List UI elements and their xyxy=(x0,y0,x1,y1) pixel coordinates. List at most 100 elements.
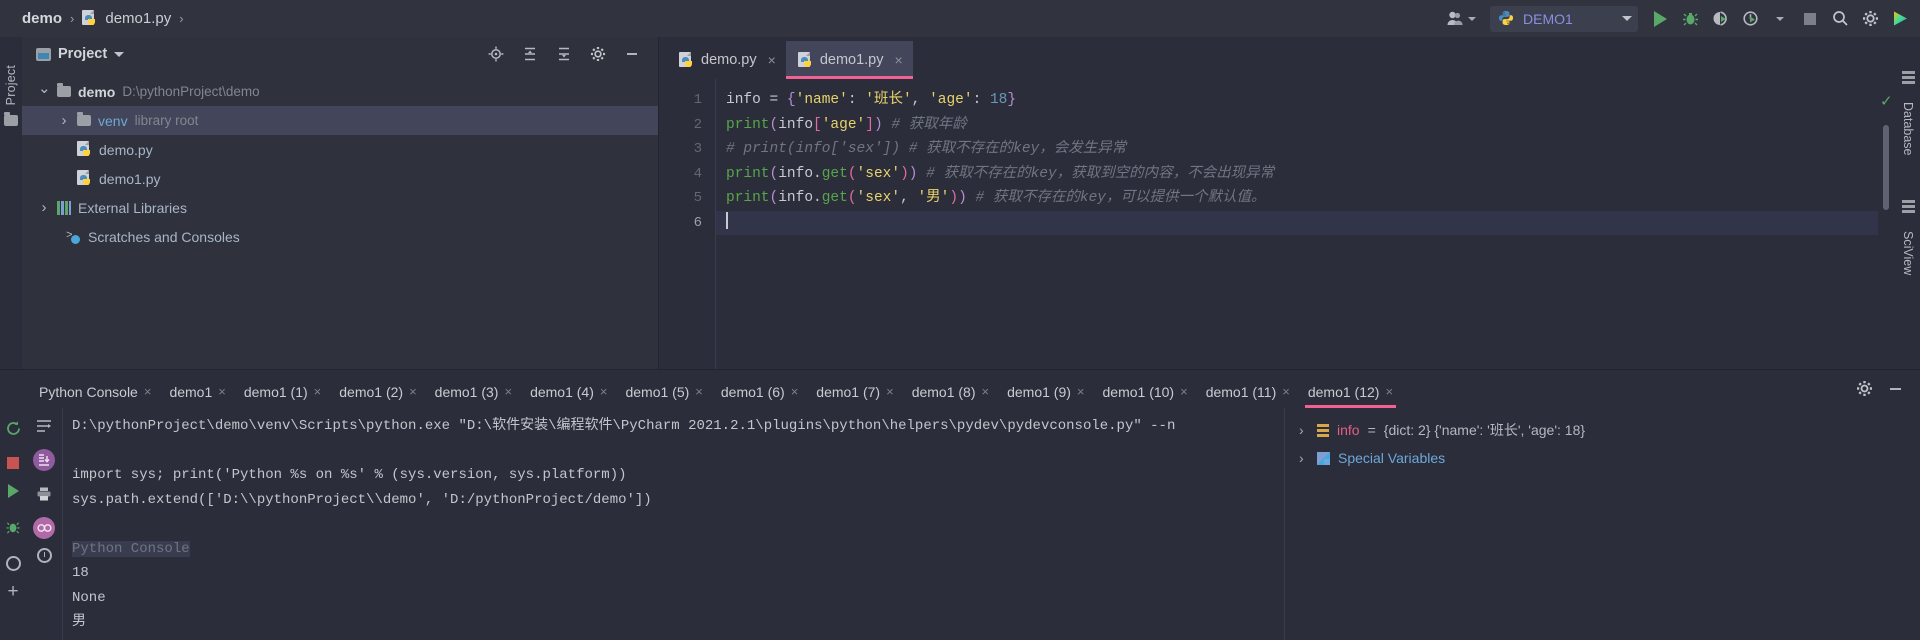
close-icon[interactable]: × xyxy=(895,52,903,68)
scroll-to-end-icon[interactable] xyxy=(33,449,55,471)
chevron-right-icon[interactable] xyxy=(58,112,70,129)
code-line[interactable]: print(info.get('sex')) # 获取不存在的key，获取到空的… xyxy=(726,162,1878,187)
locate-icon[interactable] xyxy=(482,40,510,68)
console-tab-python-console[interactable]: Python Console × xyxy=(30,375,160,408)
run-button[interactable] xyxy=(1646,5,1674,33)
database-icon[interactable] xyxy=(1901,71,1915,84)
python-file-icon xyxy=(679,51,694,69)
tool-window-project-label[interactable]: Project xyxy=(4,65,18,105)
chevron-down-icon[interactable] xyxy=(114,51,125,57)
console-tab-demo1-9[interactable]: demo1 (9) × xyxy=(998,375,1093,408)
close-icon[interactable]: × xyxy=(1282,384,1290,399)
console-tab-demo1-8[interactable]: demo1 (8) × xyxy=(903,375,998,408)
chevron-right-icon[interactable]: › xyxy=(1299,450,1309,466)
line-number: 6 xyxy=(693,214,702,231)
history-icon[interactable] xyxy=(36,548,52,563)
profile-dropdown[interactable] xyxy=(1766,5,1794,33)
close-icon[interactable]: × xyxy=(409,384,417,399)
settings-gear-icon[interactable] xyxy=(584,40,612,68)
code-content[interactable]: info = {'name': '班长', 'age': 18} print(in… xyxy=(715,79,1878,369)
hide-icon[interactable] xyxy=(618,40,646,68)
code-line[interactable]: # print(info['sex']) # 获取不存在的key，会发生异常 xyxy=(726,137,1878,162)
inspection-ok-icon[interactable]: ✓ xyxy=(1880,92,1893,110)
breadcrumb-file[interactable]: demo1.py xyxy=(105,10,171,27)
console-tab-demo1-6[interactable]: demo1 (6) × xyxy=(712,375,807,408)
console-tab-label: demo1 (9) xyxy=(1007,383,1071,400)
close-icon[interactable]: × xyxy=(1385,384,1393,399)
tree-item-external-libraries[interactable]: External Libraries xyxy=(22,193,658,222)
close-icon[interactable]: × xyxy=(600,384,608,399)
console-tab-demo1-2[interactable]: demo1 (2) × xyxy=(330,375,425,408)
console-tab-demo1-1[interactable]: demo1 (1) × xyxy=(235,375,330,408)
console-tab-demo1-7[interactable]: demo1 (7) × xyxy=(807,375,902,408)
console-tab-demo1-10[interactable]: demo1 (10) × xyxy=(1094,375,1197,408)
code-line[interactable]: print(info['age']) # 获取年龄 xyxy=(726,113,1878,138)
expand-all-icon[interactable] xyxy=(516,40,544,68)
structure-folder-icon[interactable] xyxy=(4,112,18,127)
add-icon[interactable]: + xyxy=(7,582,18,601)
console-tab-demo1-12[interactable]: demo1 (12) × xyxy=(1299,375,1402,408)
variable-row-special-variables[interactable]: › Special Variables xyxy=(1285,444,1920,472)
console-tab-demo1-11[interactable]: demo1 (11) × xyxy=(1197,375,1299,408)
close-icon[interactable]: × xyxy=(1077,384,1085,399)
soft-wrap-icon[interactable] xyxy=(30,412,58,440)
tool-window-database-label[interactable]: Database xyxy=(1901,102,1915,156)
variable-row-info[interactable]: › info = {dict: 2} {'name': '班长', 'age':… xyxy=(1285,416,1920,444)
minimize-icon[interactable] xyxy=(1887,380,1904,402)
stop-button[interactable] xyxy=(1796,5,1824,33)
sciview-icon[interactable] xyxy=(1901,199,1915,213)
console-tab-demo1-5[interactable]: demo1 (5) × xyxy=(616,375,711,408)
profile-button[interactable] xyxy=(1736,5,1764,33)
close-icon[interactable]: × xyxy=(144,384,152,399)
editor-tab-demo1-py[interactable]: demo1.py × xyxy=(785,41,913,79)
code-editor[interactable]: 1 2 3 4 5 6 info = {'name': '班长', 'age':… xyxy=(659,79,1896,369)
user-accounts-icon[interactable] xyxy=(1437,11,1486,26)
gradient-play-icon[interactable] xyxy=(1886,5,1914,33)
code-line[interactable]: info = {'name': '班长', 'age': 18} xyxy=(726,88,1878,113)
debug-button[interactable] xyxy=(1676,5,1704,33)
console-output[interactable]: D:\pythonProject\demo\venv\Scripts\pytho… xyxy=(62,408,1284,640)
console-tab-demo1[interactable]: demo1 × xyxy=(160,375,234,408)
close-icon[interactable]: × xyxy=(791,384,799,399)
close-icon[interactable]: × xyxy=(1180,384,1188,399)
tree-item-demo-py[interactable]: demo.py xyxy=(22,135,658,164)
settings-gear-icon[interactable] xyxy=(1856,380,1873,402)
collapse-all-icon[interactable] xyxy=(550,40,578,68)
tree-item-venv[interactable]: venv library root xyxy=(22,106,658,135)
chevron-right-icon[interactable] xyxy=(38,199,50,216)
tree-item-demo[interactable]: demo D:\pythonProject\demo xyxy=(22,77,658,106)
debug-icon[interactable] xyxy=(0,513,27,541)
settings-button[interactable] xyxy=(1856,5,1884,33)
chevron-down-icon[interactable] xyxy=(38,83,50,101)
code-token: ( xyxy=(847,165,857,182)
console-tab-demo1-4[interactable]: demo1 (4) × xyxy=(521,375,616,408)
console-tab-demo1-3[interactable]: demo1 (3) × xyxy=(426,375,521,408)
show-variables-icon[interactable] xyxy=(33,517,55,539)
close-icon[interactable]: × xyxy=(982,384,990,399)
print-icon[interactable] xyxy=(30,480,58,508)
editor-scrollbar[interactable] xyxy=(1883,125,1889,210)
code-line[interactable]: print(info.get('sex', '男')) # 获取不存在的key，… xyxy=(726,186,1878,211)
tool-window-sciview-label[interactable]: SciView xyxy=(1901,231,1915,275)
close-icon[interactable]: × xyxy=(768,52,776,68)
stop-icon[interactable] xyxy=(7,457,19,469)
close-icon[interactable]: × xyxy=(218,384,226,399)
run-coverage-button[interactable] xyxy=(1706,5,1734,33)
close-icon[interactable]: × xyxy=(695,384,703,399)
run-icon[interactable] xyxy=(7,484,19,498)
run-configuration-selector[interactable]: DEMO1 xyxy=(1490,5,1638,32)
close-icon[interactable]: × xyxy=(504,384,512,399)
code-line[interactable] xyxy=(716,210,1878,235)
rerun-icon[interactable] xyxy=(0,414,27,442)
code-token: info xyxy=(778,165,814,182)
breadcrumb-project[interactable]: demo xyxy=(22,10,62,27)
console-settings-icon[interactable] xyxy=(5,556,21,571)
close-icon[interactable]: × xyxy=(886,384,894,399)
close-icon[interactable]: × xyxy=(314,384,322,399)
tree-item-demo1-py[interactable]: demo1.py xyxy=(22,164,658,193)
tree-item-scratches-and-consoles[interactable]: >_ Scratches and Consoles xyxy=(22,222,658,251)
search-everywhere-button[interactable] xyxy=(1826,5,1854,33)
variable-name: info xyxy=(1337,422,1360,438)
editor-tab-demo-py[interactable]: demo.py × xyxy=(667,41,786,79)
chevron-right-icon[interactable]: › xyxy=(1299,422,1309,438)
